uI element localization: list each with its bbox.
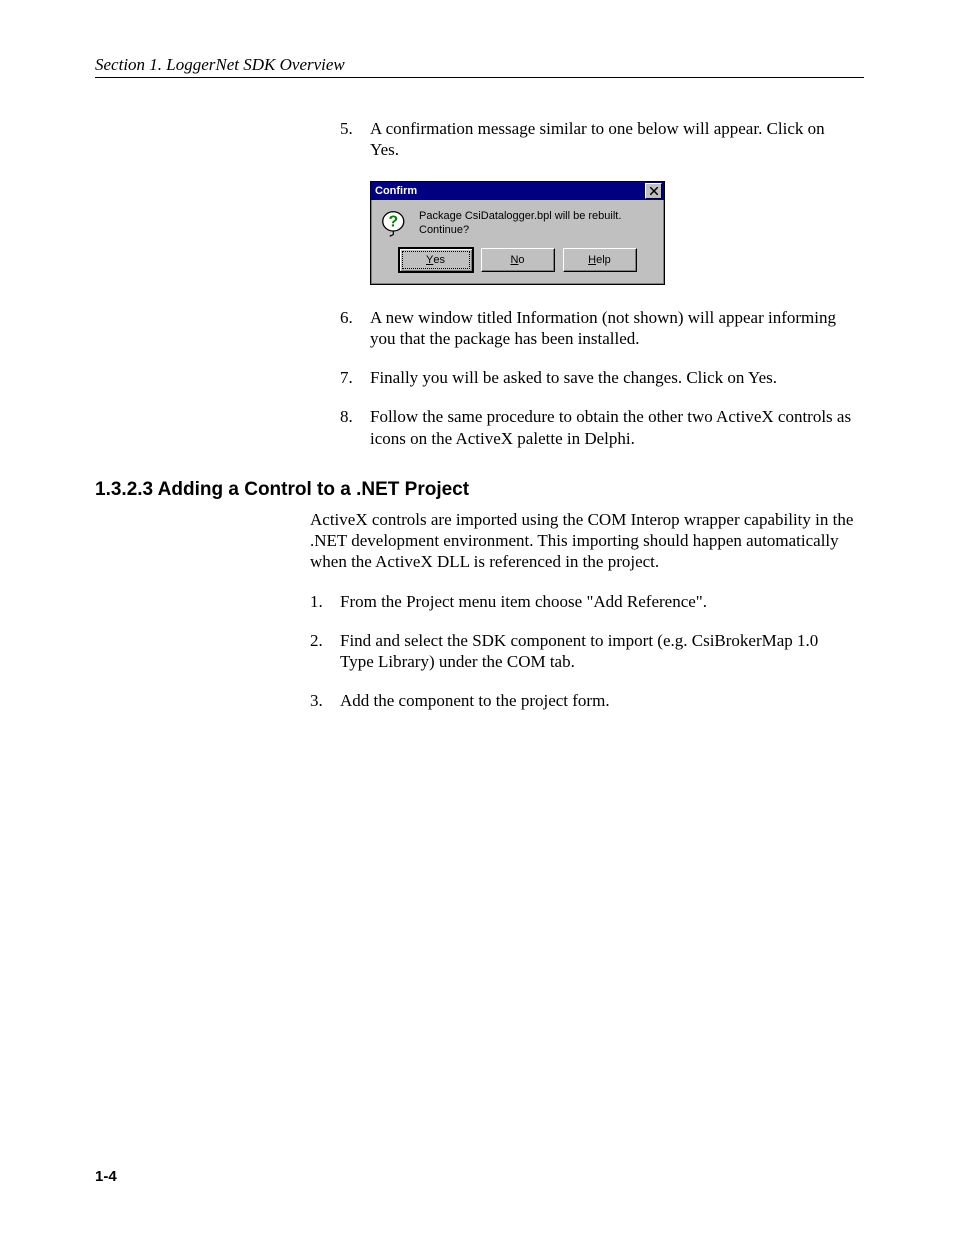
step-text: Follow the same procedure to obtain the … xyxy=(370,406,854,449)
section-heading: 1.3.2.3 Adding a Control to a .NET Proje… xyxy=(95,479,864,501)
step-number: 3. xyxy=(310,690,340,711)
step-item: 8. Follow the same procedure to obtain t… xyxy=(340,406,854,449)
step-number: 1. xyxy=(310,591,340,612)
dialog-message: Package CsiDatalogger.bpl will be rebuil… xyxy=(419,210,654,236)
step-item: 1. From the Project menu item choose "Ad… xyxy=(310,591,854,612)
yes-button[interactable]: Yes xyxy=(399,248,473,272)
steps-group-b: 6. A new window titled Information (not … xyxy=(340,307,854,449)
question-icon: ? xyxy=(381,210,409,238)
page-header: Section 1. LoggerNet SDK Overview xyxy=(95,55,864,78)
step-text: Add the component to the project form. xyxy=(340,690,854,711)
confirm-dialog: Confirm ? Package CsiDatalogger.bpl will… xyxy=(370,181,665,285)
dialog-titlebar: Confirm xyxy=(371,182,664,200)
step-text: Find and select the SDK component to imp… xyxy=(340,630,854,673)
step-number: 5. xyxy=(340,118,370,161)
step-item: 5. A confirmation message similar to one… xyxy=(340,118,854,161)
page-number: 1-4 xyxy=(95,1168,117,1185)
step-item: 6. A new window titled Information (not … xyxy=(340,307,854,350)
step-text: A confirmation message similar to one be… xyxy=(370,118,854,161)
header-title: Section 1. LoggerNet SDK Overview xyxy=(95,55,345,74)
step-number: 6. xyxy=(340,307,370,350)
dialog-title: Confirm xyxy=(375,185,417,197)
step-item: 2. Find and select the SDK component to … xyxy=(310,630,854,673)
step-text: A new window titled Information (not sho… xyxy=(370,307,854,350)
step-text: From the Project menu item choose "Add R… xyxy=(340,591,854,612)
step-item: 3. Add the component to the project form… xyxy=(310,690,854,711)
steps-group-a: 5. A confirmation message similar to one… xyxy=(340,118,854,161)
step-number: 7. xyxy=(340,367,370,388)
section-steps: 1. From the Project menu item choose "Ad… xyxy=(310,591,854,712)
step-text: Finally you will be asked to save the ch… xyxy=(370,367,854,388)
help-button[interactable]: Help xyxy=(563,248,637,272)
step-item: 7. Finally you will be asked to save the… xyxy=(340,367,854,388)
no-button[interactable]: No xyxy=(481,248,555,272)
section-paragraph: ActiveX controls are imported using the … xyxy=(310,509,854,573)
close-icon[interactable] xyxy=(645,183,662,199)
step-number: 2. xyxy=(310,630,340,673)
step-number: 8. xyxy=(340,406,370,449)
svg-text:?: ? xyxy=(388,213,398,230)
